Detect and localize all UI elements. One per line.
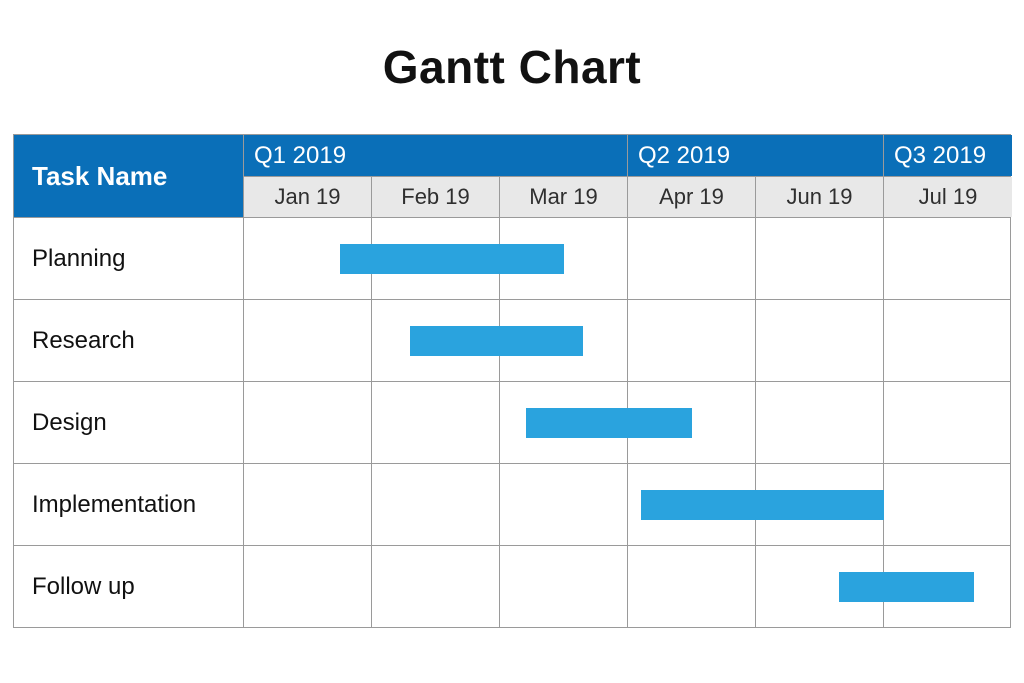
task-label: Implementation xyxy=(14,464,244,545)
task-name-header: Task Name xyxy=(14,135,244,217)
timeline-cell xyxy=(244,546,372,627)
gantt-row: Planning xyxy=(14,217,1010,299)
timeline-grid xyxy=(244,464,1012,545)
timeline-cell xyxy=(756,300,884,381)
gantt-row: Research xyxy=(14,299,1010,381)
task-timeline xyxy=(244,546,1012,627)
month-cell: Mar 19 xyxy=(500,177,628,217)
timeline-cell xyxy=(884,464,1012,545)
task-timeline xyxy=(244,464,1012,545)
timeline-cell xyxy=(372,382,500,463)
timeline-cell xyxy=(884,300,1012,381)
chart-title: Gantt Chart xyxy=(10,40,1014,94)
timeline-cell xyxy=(372,546,500,627)
task-label: Planning xyxy=(14,218,244,299)
task-timeline xyxy=(244,382,1012,463)
timeline-cell xyxy=(628,218,756,299)
gantt-bar xyxy=(526,408,692,438)
quarter-cell-q3: Q3 2019 xyxy=(884,135,1012,176)
timeline-cell xyxy=(756,382,884,463)
task-timeline xyxy=(244,300,1012,381)
month-cell: Jul 19 xyxy=(884,177,1012,217)
month-cell: Apr 19 xyxy=(628,177,756,217)
gantt-bar xyxy=(839,572,973,602)
timeline-cell xyxy=(500,546,628,627)
timeline-cell xyxy=(244,464,372,545)
timeline-cell xyxy=(884,218,1012,299)
task-label: Design xyxy=(14,382,244,463)
gantt-bar xyxy=(340,244,564,274)
timeline-cell xyxy=(372,464,500,545)
timeline-cell xyxy=(628,300,756,381)
task-label: Research xyxy=(14,300,244,381)
gantt-row: Implementation xyxy=(14,463,1010,545)
gantt-header: Task Name Q1 2019 Q2 2019 Q3 2019 Jan 19… xyxy=(14,135,1010,217)
gantt-body: PlanningResearchDesignImplementationFoll… xyxy=(14,217,1010,627)
timeline-cell xyxy=(884,382,1012,463)
month-cell: Jan 19 xyxy=(244,177,372,217)
gantt-row: Design xyxy=(14,381,1010,463)
quarter-cell-q2: Q2 2019 xyxy=(628,135,884,176)
timeline-cell xyxy=(244,382,372,463)
timeline-cell xyxy=(244,300,372,381)
month-cell: Jun 19 xyxy=(756,177,884,217)
timeline-cell xyxy=(756,218,884,299)
task-label: Follow up xyxy=(14,546,244,627)
timeline-cell xyxy=(500,464,628,545)
gantt-row: Follow up xyxy=(14,545,1010,627)
gantt-chart: Task Name Q1 2019 Q2 2019 Q3 2019 Jan 19… xyxy=(13,134,1011,628)
task-timeline xyxy=(244,218,1012,299)
gantt-bar xyxy=(641,490,884,520)
quarter-cell-q1: Q1 2019 xyxy=(244,135,628,176)
gantt-bar xyxy=(410,326,583,356)
timeline-cell xyxy=(628,546,756,627)
month-cell: Feb 19 xyxy=(372,177,500,217)
timeline-grid xyxy=(244,300,1012,381)
